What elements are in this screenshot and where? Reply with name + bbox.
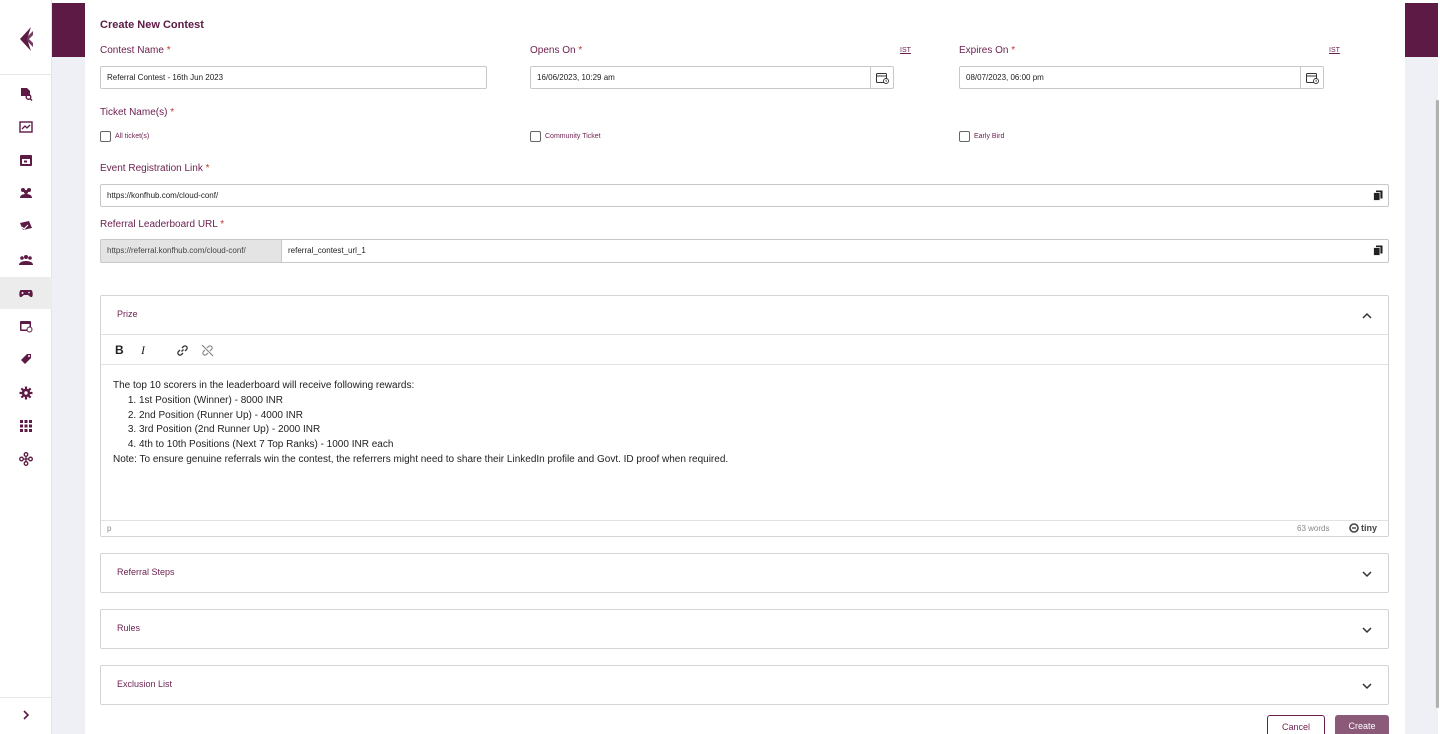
document-search-icon [21,88,33,101]
tiny-brand[interactable]: tiny [1349,523,1377,533]
contest-name-input[interactable]: Referral Contest - 16th Jun 2023 [100,66,487,89]
users-icon [20,188,32,198]
checkbox[interactable] [959,131,970,142]
bold-button[interactable]: B [115,343,124,357]
editor-statusbar: p 63 words tiny [101,520,1388,538]
app-root: Create New Contest Contest Name * Referr… [0,0,1440,734]
ticket-checkbox-all[interactable]: All ticket(s) [100,131,149,142]
prize-intro: The top 10 scorers in the leaderboard wi… [113,380,415,391]
sidebar-item-attendees[interactable] [0,177,52,209]
chevron-up-icon[interactable] [1362,312,1372,319]
list-item: 2nd Position (Runner Up) - 4000 INR [139,409,1376,424]
sidebar-item-speakers[interactable] [0,244,52,276]
chevron-down-icon[interactable] [1362,627,1372,634]
expires-on-input[interactable]: 08/07/2023, 06:00 pm [959,66,1301,89]
rules-accordion[interactable]: Rules [100,609,1389,649]
leaderboard-url-input[interactable]: referral_contest_url_1 [281,239,1389,263]
leaderboard-url-prefix: https://referral.konfhub.com/cloud-conf/ [100,239,282,263]
prize-accordion: Prize B I The top 10 scorers in the lead… [100,295,1389,537]
prize-list: 1st Position (Winner) - 8000 INR 2nd Pos… [113,394,1376,453]
header-band-right [1405,3,1438,57]
ticket-checkbox-early-bird[interactable]: Early Bird [959,131,1004,142]
ticket-tag-icon [21,354,31,364]
sidebar [0,0,52,734]
copy-icon[interactable] [1373,245,1383,256]
list-item: 1st Position (Winner) - 8000 INR [139,394,1376,409]
referral-steps-header[interactable]: Referral Steps [117,567,175,577]
sidebar-item-analytics[interactable] [0,111,52,143]
ticket-checkbox-community[interactable]: Community Ticket [530,131,601,142]
checkbox-label: Early Bird [974,133,1005,140]
registration-link-label: Event Registration Link * [100,163,210,174]
opens-on-calendar-button[interactable] [870,66,894,89]
checkbox[interactable] [530,131,541,142]
sidebar-item-settings[interactable] [0,377,52,409]
checkbox[interactable] [100,131,111,142]
calendar-icon [20,155,32,166]
prize-note: Note: To ensure genuine referrals win th… [113,453,729,465]
sidebar-item-event-details[interactable] [0,78,52,110]
sidebar-expand-button[interactable] [0,697,52,731]
registration-link-input[interactable]: https://konfhub.com/cloud-conf/ [100,184,1389,207]
expires-on-label: Expires On * [959,45,1016,56]
opens-on-timezone-link[interactable]: IST [900,47,911,54]
referral-steps-accordion[interactable]: Referral Steps [100,553,1389,593]
contest-name-label: Contest Name * [100,45,171,56]
sidebar-item-schedule[interactable] [0,144,52,176]
tiny-logo-icon [1349,523,1359,533]
expires-on-calendar-button[interactable] [1300,66,1324,89]
leaderboard-url-label: Referral Leaderboard URL * [100,219,225,230]
rules-header[interactable]: Rules [117,623,140,633]
page-title: Create New Contest [100,19,204,31]
opens-on-label: Opens On * [530,45,583,56]
chevron-down-icon[interactable] [1362,683,1372,690]
network-nodes-icon [19,452,33,466]
word-count[interactable]: 63 words [1297,524,1329,533]
scrollbar-thumb[interactable] [1436,100,1439,708]
gamepad-icon [19,290,33,298]
link-icon[interactable] [176,344,189,357]
opens-on-input[interactable]: 16/06/2023, 10:29 am [530,66,871,89]
konfhub-logo[interactable] [0,3,52,75]
sidebar-item-coupons[interactable] [0,343,52,375]
chart-line-icon [19,121,33,133]
cancel-button[interactable]: Cancel [1267,715,1325,734]
grid-icon [20,420,32,432]
checkbox-label: Community Ticket [545,133,601,140]
element-path[interactable]: p [107,524,111,533]
calendar-clock-icon [875,72,889,84]
italic-button[interactable]: I [141,343,145,358]
ticket-names-label: Ticket Name(s) * [100,107,175,118]
sidebar-item-tickets-schedule[interactable] [0,310,52,342]
gear-icon [19,386,33,400]
create-button[interactable]: Create [1335,715,1389,734]
calendar-clock-icon [1305,72,1319,84]
prize-editor-content[interactable]: The top 10 scorers in the leaderboard wi… [101,365,1388,520]
chevron-down-icon[interactable] [1362,571,1372,578]
sidebar-item-integrations[interactable] [0,443,52,475]
editor-toolbar: B I [101,334,1388,365]
logo-icon [20,26,33,51]
list-item: 4th to 10th Positions (Next 7 Top Ranks)… [139,438,1376,453]
people-group-icon [19,255,33,265]
sidebar-item-emails[interactable] [0,210,52,242]
sidebar-item-gamification[interactable] [0,277,52,309]
header-band-left [52,3,85,57]
chevron-right-icon [23,709,30,720]
expires-on-timezone-link[interactable]: IST [1329,47,1340,54]
mail-check-icon [20,221,32,230]
list-item: 3rd Position (2nd Runner Up) - 2000 INR [139,423,1376,438]
copy-icon[interactable] [1373,190,1383,201]
prize-accordion-header[interactable]: Prize [117,309,138,319]
exclusion-list-header[interactable]: Exclusion List [117,679,172,689]
checkbox-label: All ticket(s) [115,133,150,140]
unlink-icon[interactable] [201,344,214,357]
sidebar-item-apps[interactable] [0,410,52,442]
exclusion-list-accordion[interactable]: Exclusion List [100,665,1389,705]
calendar-clock-icon [20,321,33,333]
